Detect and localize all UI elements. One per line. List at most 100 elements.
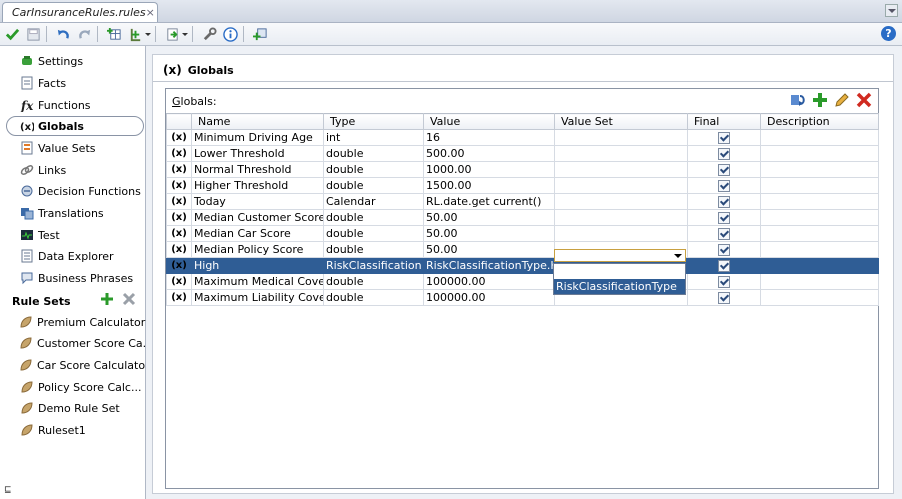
editor-tab[interactable]: CarInsuranceRules.rules × (2, 2, 158, 22)
add-decision-table-button[interactable] (105, 25, 123, 43)
cell-type[interactable]: double (323, 177, 424, 194)
final-checkbox[interactable] (718, 180, 730, 192)
table-row[interactable]: (x) Today Calendar RL.date.get current() (166, 193, 879, 210)
cell-value-set[interactable] (554, 177, 688, 194)
ruleset-item[interactable]: Car Score Calculator (0, 355, 150, 375)
close-tab-icon[interactable]: × (146, 6, 155, 19)
dropdown-arrow-icon[interactable] (674, 254, 682, 258)
nav-item-links[interactable]: Links (0, 160, 145, 180)
cell-description[interactable] (760, 289, 879, 306)
cell-name[interactable]: Median Policy Score (191, 241, 324, 258)
cell-value[interactable]: RiskClassificationType.H... (423, 257, 555, 274)
cell-name[interactable]: Median Car Score (191, 225, 324, 242)
nav-item-functions[interactable]: fx Functions (0, 95, 145, 115)
cell-value-set[interactable] (554, 193, 688, 210)
table-row[interactable]: (x) Normal Threshold double 1000.00 (166, 161, 879, 178)
cell-type[interactable]: double (323, 145, 424, 162)
table-row[interactable]: (x) Median Policy Score double 50.00 (166, 241, 879, 258)
cell-name[interactable]: High (191, 257, 324, 274)
table-row[interactable]: (x) Median Car Score double 50.00 (166, 225, 879, 242)
cell-value-set[interactable] (554, 225, 688, 242)
cell-type[interactable]: int (323, 129, 424, 146)
info-button[interactable] (221, 25, 239, 43)
edit-global-icon[interactable] (834, 92, 850, 108)
cell-description[interactable] (760, 161, 879, 178)
final-checkbox[interactable] (718, 260, 730, 272)
cell-name[interactable]: Median Customer Score (191, 209, 324, 226)
nav-item-decision-functions[interactable]: Decision Functions (0, 181, 145, 201)
add-global-icon[interactable] (812, 92, 828, 108)
cell-type[interactable]: double (323, 209, 424, 226)
import-button[interactable] (163, 25, 181, 43)
table-row[interactable]: (x) Minimum Driving Age int 16 (166, 129, 879, 146)
column-header-name[interactable]: Name (191, 113, 324, 130)
cell-value[interactable]: 100000.00 (423, 273, 555, 290)
nav-item-translations[interactable]: Translations (0, 203, 145, 223)
cell-value[interactable]: 50.00 (423, 225, 555, 242)
cell-value[interactable]: 1500.00 (423, 177, 555, 194)
column-header-value-set[interactable]: Value Set (554, 113, 688, 130)
final-checkbox[interactable] (718, 132, 730, 144)
cell-description[interactable] (760, 209, 879, 226)
redo-button[interactable] (75, 25, 93, 43)
import-dropdown-arrow[interactable] (182, 32, 188, 36)
cell-value[interactable]: 50.00 (423, 241, 555, 258)
delete-global-icon[interactable] (856, 92, 872, 108)
help-button[interactable]: ? (881, 26, 896, 41)
dropdown-option-empty[interactable] (554, 264, 685, 279)
table-row[interactable]: (x) Median Customer Score double 50.00 (166, 209, 879, 226)
nav-item-facts[interactable]: Facts (0, 73, 145, 93)
cell-description[interactable] (760, 177, 879, 194)
table-row[interactable]: (x) High RiskClassification RiskClassificat… (166, 257, 879, 274)
final-checkbox[interactable] (718, 276, 730, 288)
test-button[interactable] (251, 25, 269, 43)
add-ruleset-dropdown-arrow[interactable] (145, 32, 151, 36)
add-ruleset-icon[interactable] (100, 292, 114, 306)
nav-item-business-phrases[interactable]: Business Phrases (0, 268, 145, 288)
cell-description[interactable] (760, 193, 879, 210)
cell-type[interactable]: double (323, 225, 424, 242)
validate-button[interactable] (3, 25, 21, 43)
cell-name[interactable]: Lower Threshold (191, 145, 324, 162)
cell-value[interactable]: 50.00 (423, 209, 555, 226)
cell-value[interactable]: 100000.00 (423, 289, 555, 306)
table-row[interactable]: (x) Higher Threshold double 1500.00 (166, 177, 879, 194)
cell-type[interactable]: double (323, 241, 424, 258)
nav-item-value-sets[interactable]: Value Sets (0, 138, 145, 158)
cell-value-set[interactable] (554, 161, 688, 178)
tools-button[interactable] (200, 25, 218, 43)
cell-type[interactable]: RiskClassification (323, 257, 424, 274)
nav-item-globals[interactable]: (x) Globals (6, 116, 144, 136)
cell-name[interactable]: Maximum Liability Cover... (191, 289, 324, 306)
nav-item-test[interactable]: Test (0, 225, 145, 245)
ruleset-item[interactable]: Ruleset1 (0, 420, 145, 440)
column-header-type[interactable]: Type (323, 113, 424, 130)
final-checkbox[interactable] (718, 196, 730, 208)
cell-value-set[interactable] (554, 145, 688, 162)
cell-type[interactable]: double (323, 161, 424, 178)
final-checkbox[interactable] (718, 212, 730, 224)
cell-value-set[interactable] (554, 129, 688, 146)
cell-type[interactable]: Calendar (323, 193, 424, 210)
table-row[interactable]: (x)Maximum Liability Cover...double10000… (166, 289, 879, 306)
column-header-description[interactable]: Description (760, 113, 879, 130)
cell-value-set[interactable] (554, 209, 688, 226)
cell-name[interactable]: Normal Threshold (191, 161, 324, 178)
tab-list-dropdown-button[interactable] (885, 4, 898, 17)
cell-type[interactable]: double (323, 289, 424, 306)
cell-value[interactable]: RL.date.get current() (423, 193, 555, 210)
final-checkbox[interactable] (718, 148, 730, 160)
navigator-collapse-icon[interactable]: ⊑ (4, 485, 12, 495)
cell-description[interactable] (760, 257, 879, 274)
nav-item-settings[interactable]: Settings (0, 51, 145, 71)
cell-description[interactable] (760, 129, 879, 146)
save-button[interactable] (24, 25, 42, 43)
cell-name[interactable]: Maximum Medical Cover... (191, 273, 324, 290)
cell-value[interactable]: 1000.00 (423, 161, 555, 178)
ruleset-item[interactable]: Premium Calculator (0, 312, 145, 332)
ruleset-item[interactable]: Policy Score Calc... (0, 377, 145, 397)
delete-ruleset-icon[interactable] (122, 292, 136, 306)
cell-name[interactable]: Minimum Driving Age (191, 129, 324, 146)
refresh-globals-icon[interactable] (790, 92, 806, 108)
ruleset-item[interactable]: Customer Score Ca... (0, 333, 153, 353)
